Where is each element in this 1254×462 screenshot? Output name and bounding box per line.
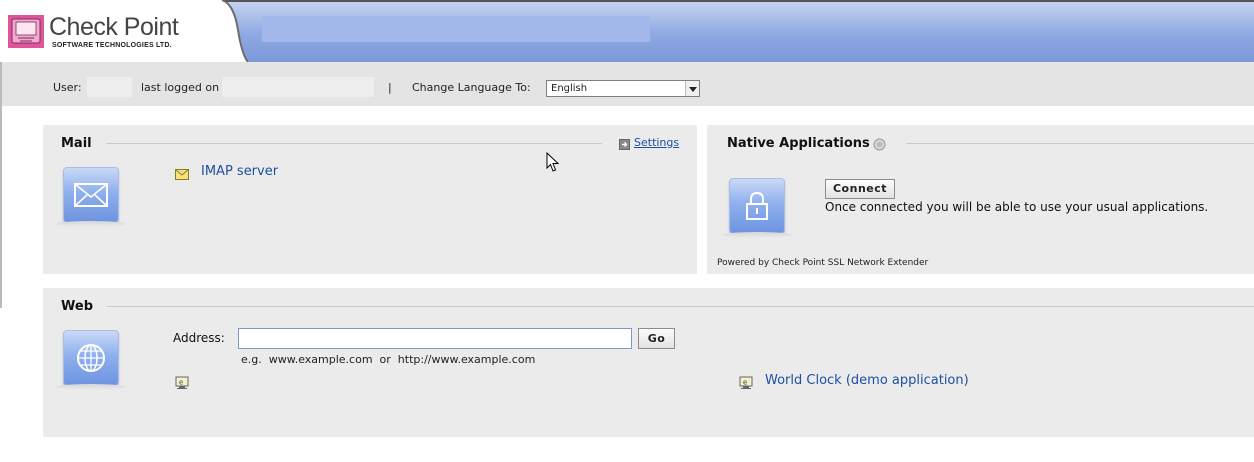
user-label: User: [53,81,82,94]
mail-envelope-icon [63,167,119,223]
imap-server-link[interactable]: IMAP server [201,164,278,179]
brand-name: Check Point [49,13,179,41]
language-select[interactable]: English [546,80,700,97]
mail-title: Mail [61,136,92,151]
dropdown-arrow-icon[interactable] [685,81,699,96]
web-title-rule [107,306,1254,307]
go-button[interactable]: Go [638,328,675,349]
address-label: Address: [173,331,225,345]
native-title-rule [906,143,1254,144]
last-logged-value [222,77,374,97]
web-panel [43,288,1254,437]
checkpoint-logo-icon [8,15,44,48]
world-clock-icon[interactable]: e [739,376,753,393]
svg-text:e: e [743,379,747,387]
change-language-label: Change Language To: [412,81,531,94]
mail-settings-link[interactable]: Settings [634,136,679,149]
native-applications-title: Native Applications [727,136,870,151]
userbar-separator: | [388,81,392,94]
mail-icon-reflection [56,221,126,227]
native-description: Once connected you will be able to use y… [825,200,1209,214]
web-bookmark-icon[interactable]: e [175,376,189,393]
settings-arrow-icon[interactable] [619,139,630,150]
last-logged-label: last logged on [141,81,220,94]
left-edge-rule [0,62,2,308]
user-name-value [87,77,132,97]
connect-button[interactable]: Connect [825,179,895,199]
mail-panel [43,125,697,274]
mouse-cursor-icon [546,151,560,176]
brand-subtitle: SOFTWARE TECHNOLOGIES LTD. [52,42,172,49]
globe-icon [63,330,119,386]
lock-icon-reflection [722,232,792,238]
connection-status-icon [873,138,886,151]
globe-icon-reflection [56,384,126,390]
header-banner-bar [262,16,650,42]
address-example-text: e.g. www.example.com or http://www.examp… [241,353,536,366]
mail-title-rule [106,143,602,144]
world-clock-link[interactable]: World Clock (demo application) [765,373,969,388]
lock-icon [729,178,785,234]
language-select-value: English [551,83,588,94]
imap-envelope-icon[interactable] [175,169,189,183]
powered-by-text: Powered by Check Point SSL Network Exten… [717,258,929,268]
web-title: Web [61,299,93,314]
svg-text:e: e [179,379,183,387]
address-input[interactable] [238,328,632,349]
